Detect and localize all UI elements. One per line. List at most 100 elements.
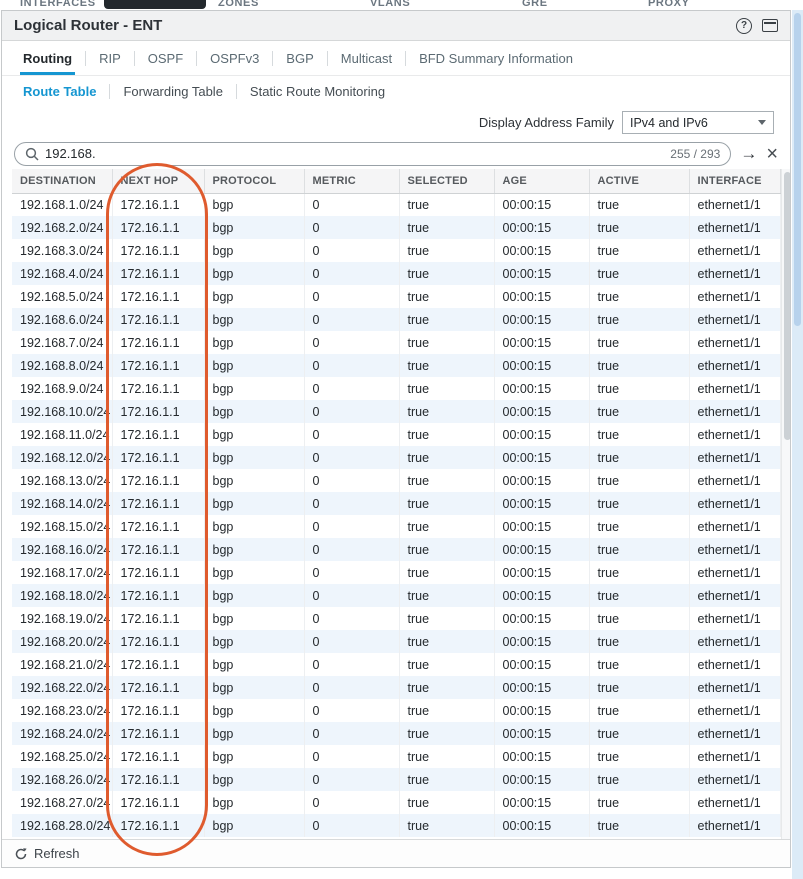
dialog-footer: Refresh — [2, 839, 790, 867]
background-menu-item[interactable]: PROXY — [648, 0, 690, 9]
column-header-selected[interactable]: SELECTED — [399, 169, 494, 193]
table-row[interactable]: 192.168.19.0/24 172.16.1.1 bgp 0 true 00… — [12, 607, 780, 630]
cell-age: 00:00:15 — [494, 239, 589, 262]
tab-rip[interactable]: RIP — [86, 41, 134, 75]
cell-destination: 192.168.10.0/24 — [12, 400, 112, 423]
window-panel-icon[interactable] — [762, 19, 778, 32]
background-menu-item[interactable]: INTERFACES — [20, 0, 96, 9]
column-header-next-hop[interactable]: NEXT HOP — [112, 169, 204, 193]
address-family-select[interactable]: IPv4 and IPv6 — [622, 111, 774, 134]
cell-age: 00:00:15 — [494, 653, 589, 676]
cell-selected: true — [399, 745, 494, 768]
column-header-protocol[interactable]: PROTOCOL — [204, 169, 304, 193]
column-header-active[interactable]: ACTIVE — [589, 169, 689, 193]
page-scrollbar-thumb[interactable] — [794, 13, 801, 326]
table-row[interactable]: 192.168.4.0/24 172.16.1.1 bgp 0 true 00:… — [12, 262, 780, 285]
cell-selected: true — [399, 722, 494, 745]
cell-interface: ethernet1/1 — [689, 400, 780, 423]
background-menu-item[interactable]: ZONES — [218, 0, 259, 9]
cell-next-hop: 172.16.1.1 — [112, 377, 204, 400]
cell-next-hop: 172.16.1.1 — [112, 699, 204, 722]
tab-ospfv3[interactable]: OSPFv3 — [197, 41, 272, 75]
tab-bgp[interactable]: BGP — [273, 41, 326, 75]
background-menu-item[interactable]: GRE — [522, 0, 548, 9]
cell-next-hop: 172.16.1.1 — [112, 584, 204, 607]
table-row[interactable]: 192.168.20.0/24 172.16.1.1 bgp 0 true 00… — [12, 630, 780, 653]
cell-next-hop: 172.16.1.1 — [112, 400, 204, 423]
table-row[interactable]: 192.168.7.0/24 172.16.1.1 bgp 0 true 00:… — [12, 331, 780, 354]
table-row[interactable]: 192.168.12.0/24 172.16.1.1 bgp 0 true 00… — [12, 446, 780, 469]
table-scrollbar-thumb[interactable] — [784, 172, 791, 440]
tab-multicast[interactable]: Multicast — [328, 41, 405, 75]
help-icon[interactable]: ? — [736, 18, 752, 34]
table-row[interactable]: 192.168.26.0/24 172.16.1.1 bgp 0 true 00… — [12, 768, 780, 791]
cell-destination: 192.168.19.0/24 — [12, 607, 112, 630]
background-active-tab[interactable] — [104, 0, 206, 9]
table-row[interactable]: 192.168.10.0/24 172.16.1.1 bgp 0 true 00… — [12, 400, 780, 423]
dialog-title: Logical Router - ENT — [14, 17, 162, 34]
column-header-metric[interactable]: METRIC — [304, 169, 399, 193]
apply-filter-arrow-icon[interactable]: → — [740, 145, 757, 162]
clear-filter-icon[interactable]: × — [766, 144, 778, 164]
table-row[interactable]: 192.168.13.0/24 172.16.1.1 bgp 0 true 00… — [12, 469, 780, 492]
cell-next-hop: 172.16.1.1 — [112, 193, 204, 216]
table-row[interactable]: 192.168.17.0/24 172.16.1.1 bgp 0 true 00… — [12, 561, 780, 584]
table-row[interactable]: 192.168.1.0/24 172.16.1.1 bgp 0 true 00:… — [12, 193, 780, 216]
cell-destination: 192.168.8.0/24 — [12, 354, 112, 377]
cell-next-hop: 172.16.1.1 — [112, 676, 204, 699]
table-row[interactable]: 192.168.16.0/24 172.16.1.1 bgp 0 true 00… — [12, 538, 780, 561]
page-scrollbar[interactable] — [792, 10, 803, 879]
table-row[interactable]: 192.168.24.0/24 172.16.1.1 bgp 0 true 00… — [12, 722, 780, 745]
table-row[interactable]: 192.168.25.0/24 172.16.1.1 bgp 0 true 00… — [12, 745, 780, 768]
table-scrollbar[interactable] — [781, 169, 791, 839]
column-header-interface[interactable]: INTERFACE — [689, 169, 780, 193]
table-row[interactable]: 192.168.14.0/24 172.16.1.1 bgp 0 true 00… — [12, 492, 780, 515]
table-row[interactable]: 192.168.9.0/24 172.16.1.1 bgp 0 true 00:… — [12, 377, 780, 400]
cell-metric: 0 — [304, 745, 399, 768]
cell-selected: true — [399, 630, 494, 653]
subtab-static-route-monitoring[interactable]: Static Route Monitoring — [237, 76, 398, 107]
cell-protocol: bgp — [204, 354, 304, 377]
tab-ospf[interactable]: OSPF — [135, 41, 196, 75]
column-header-destination[interactable]: DESTINATION — [12, 169, 112, 193]
cell-metric: 0 — [304, 423, 399, 446]
cell-selected: true — [399, 791, 494, 814]
table-row[interactable]: 192.168.11.0/24 172.16.1.1 bgp 0 true 00… — [12, 423, 780, 446]
table-row[interactable]: 192.168.27.0/24 172.16.1.1 bgp 0 true 00… — [12, 791, 780, 814]
cell-metric: 0 — [304, 814, 399, 837]
cell-active: true — [589, 699, 689, 722]
column-header-age[interactable]: AGE — [494, 169, 589, 193]
cell-next-hop: 172.16.1.1 — [112, 469, 204, 492]
table-row[interactable]: 192.168.5.0/24 172.16.1.1 bgp 0 true 00:… — [12, 285, 780, 308]
cell-age: 00:00:15 — [494, 676, 589, 699]
tab-routing[interactable]: Routing — [10, 41, 85, 75]
table-row[interactable]: 192.168.21.0/24 172.16.1.1 bgp 0 true 00… — [12, 653, 780, 676]
table-row[interactable]: 192.168.23.0/24 172.16.1.1 bgp 0 true 00… — [12, 699, 780, 722]
cell-protocol: bgp — [204, 791, 304, 814]
table-row[interactable]: 192.168.15.0/24 172.16.1.1 bgp 0 true 00… — [12, 515, 780, 538]
search-input[interactable] — [45, 146, 664, 161]
cell-interface: ethernet1/1 — [689, 515, 780, 538]
table-row[interactable]: 192.168.2.0/24 172.16.1.1 bgp 0 true 00:… — [12, 216, 780, 239]
background-menu-item[interactable]: VLANS — [370, 0, 410, 9]
table-row[interactable]: 192.168.6.0/24 172.16.1.1 bgp 0 true 00:… — [12, 308, 780, 331]
refresh-button[interactable]: Refresh — [14, 846, 80, 861]
table-row[interactable]: 192.168.28.0/24 172.16.1.1 bgp 0 true 00… — [12, 814, 780, 837]
subtab-forwarding-table[interactable]: Forwarding Table — [110, 76, 235, 107]
cell-selected: true — [399, 469, 494, 492]
subtab-route-table[interactable]: Route Table — [10, 76, 109, 107]
cell-interface: ethernet1/1 — [689, 469, 780, 492]
table-row[interactable]: 192.168.3.0/24 172.16.1.1 bgp 0 true 00:… — [12, 239, 780, 262]
table-row[interactable]: 192.168.22.0/24 172.16.1.1 bgp 0 true 00… — [12, 676, 780, 699]
cell-interface: ethernet1/1 — [689, 285, 780, 308]
cell-next-hop: 172.16.1.1 — [112, 791, 204, 814]
cell-destination: 192.168.27.0/24 — [12, 791, 112, 814]
tab-bfd-summary[interactable]: BFD Summary Information — [406, 41, 586, 75]
cell-next-hop: 172.16.1.1 — [112, 239, 204, 262]
table-row[interactable]: 192.168.18.0/24 172.16.1.1 bgp 0 true 00… — [12, 584, 780, 607]
cell-metric: 0 — [304, 768, 399, 791]
cell-metric: 0 — [304, 699, 399, 722]
cell-interface: ethernet1/1 — [689, 768, 780, 791]
table-row[interactable]: 192.168.8.0/24 172.16.1.1 bgp 0 true 00:… — [12, 354, 780, 377]
cell-destination: 192.168.7.0/24 — [12, 331, 112, 354]
